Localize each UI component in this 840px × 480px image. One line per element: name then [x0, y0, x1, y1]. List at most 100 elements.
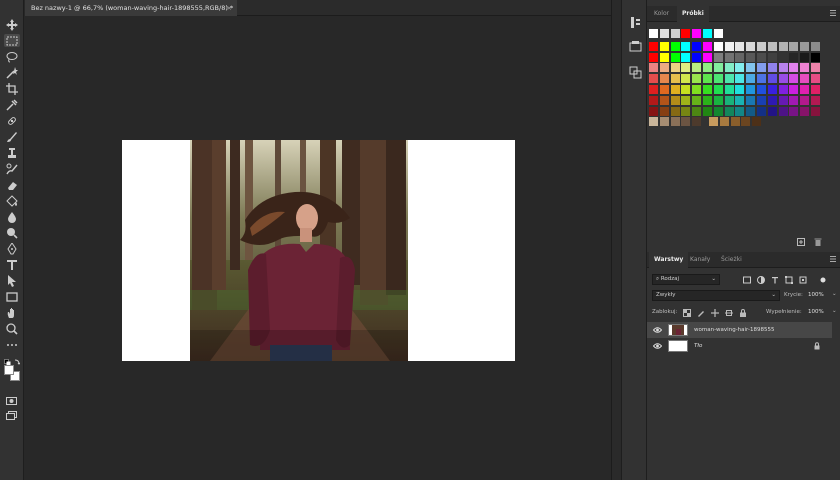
swatch[interactable] [800, 85, 810, 94]
swatch[interactable] [692, 52, 702, 62]
clone-stamp-tool-icon[interactable] [4, 146, 20, 159]
swatch[interactable] [757, 95, 766, 105]
swatch[interactable] [767, 106, 777, 116]
swatch[interactable] [649, 95, 658, 105]
swatch[interactable] [724, 41, 734, 51]
move-tool-icon[interactable] [4, 18, 20, 31]
swatch[interactable] [800, 41, 810, 51]
tab-sciezki[interactable]: Ścieżki [716, 252, 747, 268]
type-tool-icon[interactable] [4, 258, 20, 271]
layer-name[interactable]: woman-waving-hair-1898555 [694, 322, 774, 338]
swatch[interactable] [735, 95, 745, 105]
delete-swatch-icon[interactable] [814, 238, 822, 246]
swatch[interactable] [681, 95, 691, 105]
swatch[interactable] [767, 52, 777, 62]
swatch[interactable] [670, 29, 680, 38]
close-tab-icon[interactable]: × [227, 0, 232, 16]
swatch[interactable] [800, 63, 810, 73]
swatch[interactable] [692, 95, 702, 105]
swatch[interactable] [681, 106, 691, 116]
marquee-tool-icon[interactable] [4, 34, 20, 47]
swatch[interactable] [767, 63, 777, 73]
tab-warstwy[interactable]: Warstwy [649, 252, 689, 268]
swatch[interactable] [811, 95, 820, 105]
swatch[interactable] [746, 106, 756, 116]
swatch[interactable] [670, 52, 680, 62]
dodge-tool-icon[interactable] [4, 226, 20, 239]
filter-type-icon[interactable] [771, 276, 779, 284]
swatch[interactable] [692, 41, 702, 51]
swatch[interactable] [757, 85, 766, 94]
swatch[interactable] [767, 41, 777, 51]
filter-shape-icon[interactable] [785, 276, 793, 284]
swatch[interactable] [709, 117, 718, 127]
swatch[interactable] [713, 85, 723, 94]
document-tab[interactable]: Bez nazwy-1 @ 66,7% (woman-waving-hair-1… [25, 0, 237, 16]
default-colors-icon[interactable] [4, 352, 21, 366]
swatch[interactable] [681, 117, 691, 127]
swatch[interactable] [800, 95, 810, 105]
swatch[interactable] [730, 117, 740, 127]
swatch[interactable] [681, 52, 691, 62]
visibility-eye-icon[interactable] [653, 342, 662, 350]
canvas-area[interactable] [25, 17, 611, 480]
foreground-color-swatch[interactable] [4, 365, 14, 375]
swatch[interactable] [789, 52, 799, 62]
swatch[interactable] [735, 52, 745, 62]
swatch[interactable] [713, 29, 723, 38]
tab-probki[interactable]: Próbki [677, 6, 709, 22]
swatch[interactable] [681, 74, 691, 84]
swatch[interactable] [778, 74, 788, 84]
swatch[interactable] [649, 41, 658, 51]
swatch[interactable] [724, 74, 734, 84]
swatch[interactable] [703, 74, 712, 84]
history-brush-tool-icon[interactable] [4, 162, 20, 175]
swatch[interactable] [811, 74, 820, 84]
tab-kolor[interactable]: Kolor [649, 6, 674, 22]
swatch[interactable] [670, 41, 680, 51]
swatch[interactable] [789, 41, 799, 51]
swatch[interactable] [692, 29, 702, 38]
swatch[interactable] [724, 52, 734, 62]
swatch[interactable] [703, 41, 712, 51]
fill-dropdown-icon[interactable]: ⌄ [832, 308, 837, 314]
swatch[interactable] [757, 74, 766, 84]
swatch[interactable] [681, 41, 691, 51]
swatch[interactable] [659, 106, 669, 116]
swatch[interactable] [767, 74, 777, 84]
swatch[interactable] [649, 74, 658, 84]
filter-pixel-icon[interactable] [743, 276, 751, 284]
swatch[interactable] [746, 63, 756, 73]
swatch[interactable] [767, 85, 777, 94]
lock-artboard-icon[interactable] [725, 309, 733, 317]
swatch[interactable] [735, 63, 745, 73]
swatch[interactable] [746, 74, 756, 84]
swatch[interactable] [778, 63, 788, 73]
swatch[interactable] [789, 95, 799, 105]
swatch[interactable] [659, 41, 669, 51]
lasso-tool-icon[interactable] [4, 50, 20, 63]
swatch[interactable] [681, 63, 691, 73]
swatch[interactable] [789, 63, 799, 73]
swatch[interactable] [692, 74, 702, 84]
brush-tool-icon[interactable] [4, 130, 20, 143]
panel-menu-icon[interactable] [830, 10, 836, 16]
swatch[interactable] [719, 117, 729, 127]
swatch[interactable] [778, 41, 788, 51]
lock-icon[interactable] [813, 342, 821, 350]
screen-mode-icon[interactable] [6, 405, 17, 420]
swatch[interactable] [789, 74, 799, 84]
swatch[interactable] [757, 52, 766, 62]
swatch[interactable] [670, 117, 680, 127]
opacity-value[interactable]: 100% [808, 292, 824, 298]
properties-panel-icon[interactable] [629, 38, 642, 52]
history-panel-icon[interactable] [629, 14, 642, 28]
swatch[interactable] [649, 63, 658, 73]
swatch[interactable] [659, 95, 669, 105]
swatch[interactable] [789, 85, 799, 94]
swatch[interactable] [681, 29, 691, 38]
swatch[interactable] [649, 106, 658, 116]
swatch[interactable] [811, 85, 820, 94]
filter-adjustment-icon[interactable] [757, 276, 765, 284]
swatch[interactable] [724, 63, 734, 73]
